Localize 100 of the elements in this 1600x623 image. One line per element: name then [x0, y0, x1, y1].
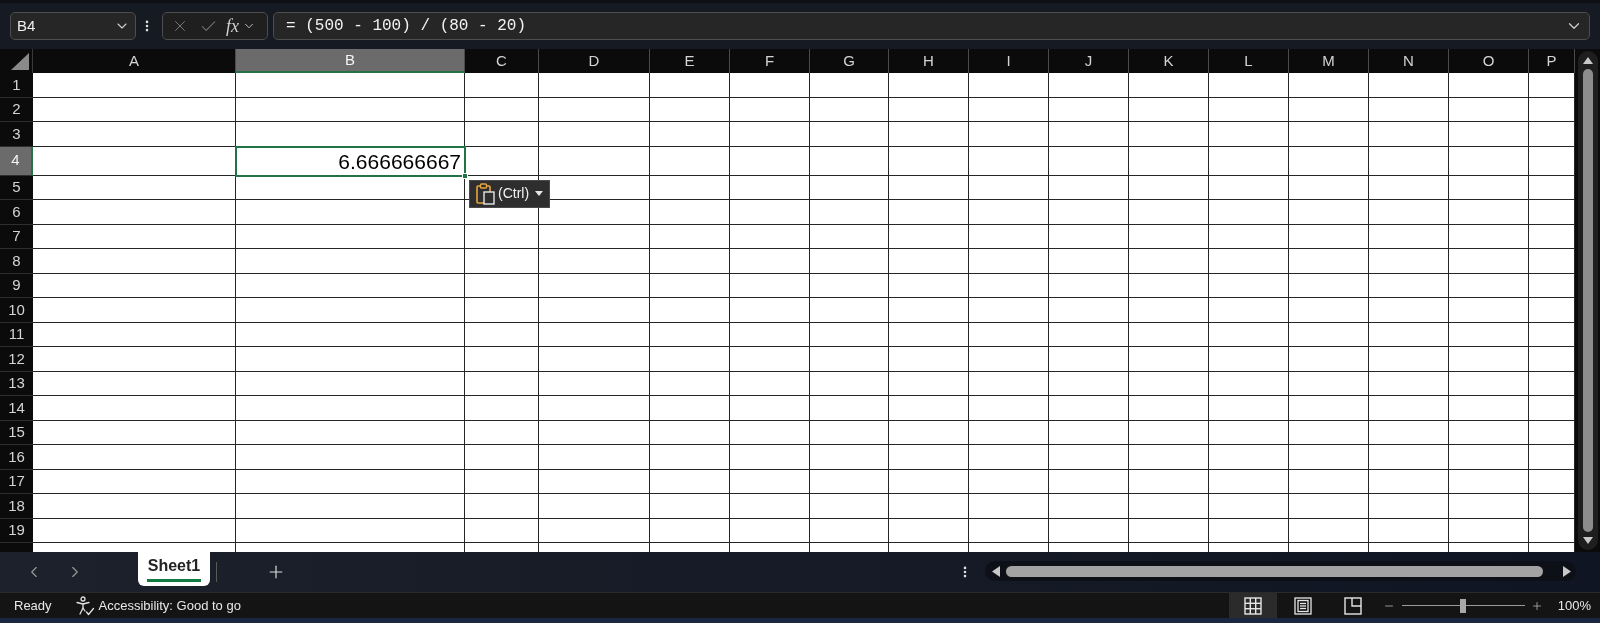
spreadsheet-cell[interactable] — [810, 420, 889, 445]
spreadsheet-cell[interactable] — [465, 445, 539, 470]
spreadsheet-cell[interactable] — [969, 249, 1049, 274]
spreadsheet-cell[interactable] — [1449, 249, 1529, 274]
spreadsheet-cell[interactable] — [539, 273, 650, 298]
spreadsheet-cell[interactable] — [539, 249, 650, 274]
spreadsheet-cell[interactable] — [1209, 298, 1289, 323]
spreadsheet-cell[interactable] — [33, 518, 236, 543]
spreadsheet-cell[interactable] — [465, 494, 539, 519]
spreadsheet-cell[interactable] — [236, 97, 465, 122]
spreadsheet-cell[interactable] — [1209, 249, 1289, 274]
spreadsheet-cell[interactable] — [465, 347, 539, 372]
spreadsheet-cell[interactable] — [1289, 445, 1369, 470]
view-button[interactable] — [1228, 593, 1277, 618]
scroll-up-icon[interactable] — [1583, 57, 1593, 64]
spreadsheet-cell[interactable] — [889, 469, 969, 494]
spreadsheet-cell[interactable] — [1449, 396, 1529, 421]
spreadsheet-cell[interactable] — [889, 122, 969, 147]
spreadsheet-cell[interactable] — [1369, 518, 1449, 543]
spreadsheet-cell[interactable] — [1129, 445, 1209, 470]
spreadsheet-cell[interactable] — [1449, 494, 1529, 519]
spreadsheet-cell[interactable] — [810, 97, 889, 122]
spreadsheet-cell[interactable] — [1209, 146, 1289, 176]
spreadsheet-cell[interactable] — [33, 298, 236, 323]
spreadsheet-cell[interactable] — [236, 224, 465, 249]
spreadsheet-cell[interactable] — [1049, 469, 1129, 494]
spreadsheet-cell[interactable] — [1209, 273, 1289, 298]
spreadsheet-cell[interactable] — [1049, 122, 1129, 147]
spreadsheet-cell[interactable] — [236, 396, 465, 421]
spreadsheet-cell[interactable] — [1529, 396, 1575, 421]
spreadsheet-cell[interactable] — [889, 200, 969, 225]
spreadsheet-cell[interactable] — [810, 322, 889, 347]
spreadsheet-cell[interactable] — [1529, 224, 1575, 249]
spreadsheet-cell[interactable] — [889, 494, 969, 519]
spreadsheet-cell[interactable] — [1289, 469, 1369, 494]
scroll-thumb[interactable] — [1583, 69, 1593, 532]
spreadsheet-cell[interactable] — [1289, 200, 1369, 225]
spreadsheet-cell[interactable] — [650, 146, 730, 176]
spreadsheet-cell[interactable] — [1209, 73, 1289, 98]
spreadsheet-cell[interactable] — [1209, 469, 1289, 494]
spreadsheet-cell[interactable] — [730, 200, 810, 225]
spreadsheet-cell[interactable] — [1049, 322, 1129, 347]
spreadsheet-cell[interactable] — [1369, 494, 1449, 519]
spreadsheet-cell[interactable] — [810, 200, 889, 225]
active-cell[interactable]: 6.666666667 — [236, 146, 465, 176]
spreadsheet-cell[interactable] — [1049, 371, 1129, 396]
spreadsheet-cell[interactable] — [33, 122, 236, 147]
spreadsheet-cell[interactable] — [889, 298, 969, 323]
spreadsheet-cell[interactable] — [1049, 494, 1129, 519]
spreadsheet-cell[interactable] — [539, 122, 650, 147]
spreadsheet-cell[interactable] — [236, 371, 465, 396]
spreadsheet-cell[interactable] — [1529, 122, 1575, 147]
spreadsheet-cell[interactable] — [539, 298, 650, 323]
spreadsheet-cell[interactable] — [1449, 73, 1529, 98]
spreadsheet-cell[interactable] — [1129, 518, 1209, 543]
spreadsheet-cell[interactable] — [465, 122, 539, 147]
spreadsheet-cell[interactable] — [1369, 347, 1449, 372]
spreadsheet-cell[interactable] — [1369, 224, 1449, 249]
spreadsheet-cell[interactable] — [1129, 249, 1209, 274]
spreadsheet-cell[interactable] — [810, 73, 889, 98]
spreadsheet-cell[interactable] — [1529, 175, 1575, 200]
spreadsheet-cell[interactable] — [1289, 298, 1369, 323]
spreadsheet-cell[interactable] — [810, 122, 889, 147]
spreadsheet-cell[interactable] — [1449, 146, 1529, 176]
spreadsheet-cell[interactable] — [1369, 445, 1449, 470]
spreadsheet-cell[interactable] — [33, 494, 236, 519]
spreadsheet-cell[interactable] — [1209, 97, 1289, 122]
spreadsheet-cell[interactable] — [1129, 298, 1209, 323]
spreadsheet-cell[interactable] — [810, 396, 889, 421]
spreadsheet-cell[interactable] — [969, 396, 1049, 421]
spreadsheet-cell[interactable] — [969, 445, 1049, 470]
spreadsheet-cell[interactable] — [1129, 371, 1209, 396]
spreadsheet-cell[interactable] — [730, 396, 810, 421]
spreadsheet-cell[interactable] — [1449, 200, 1529, 225]
spreadsheet-cell[interactable] — [889, 273, 969, 298]
spreadsheet-cell[interactable] — [810, 298, 889, 323]
spreadsheet-cell[interactable] — [539, 322, 650, 347]
spreadsheet-cell[interactable] — [33, 371, 236, 396]
spreadsheet-cell[interactable] — [810, 518, 889, 543]
spreadsheet-cell[interactable] — [1529, 347, 1575, 372]
scroll-left-icon[interactable] — [992, 565, 1000, 577]
spreadsheet-cell[interactable] — [730, 518, 810, 543]
spreadsheet-cell[interactable] — [1289, 322, 1369, 347]
spreadsheet-cell[interactable] — [1289, 122, 1369, 147]
spreadsheet-cell[interactable] — [1289, 371, 1369, 396]
spreadsheet-cell[interactable] — [1529, 371, 1575, 396]
spreadsheet-cell[interactable] — [650, 396, 730, 421]
spreadsheet-cell[interactable] — [1049, 146, 1129, 176]
spreadsheet-cell[interactable] — [1049, 175, 1129, 200]
spreadsheet-cell[interactable] — [1049, 445, 1129, 470]
spreadsheet-cell[interactable] — [650, 273, 730, 298]
spreadsheet-cell[interactable] — [969, 97, 1049, 122]
spreadsheet-cell[interactable] — [1209, 518, 1289, 543]
spreadsheet-cell[interactable] — [1369, 73, 1449, 98]
scroll-thumb[interactable] — [1006, 565, 1543, 577]
spreadsheet-cell[interactable] — [1129, 494, 1209, 519]
spreadsheet-cell[interactable] — [1049, 73, 1129, 98]
spreadsheet-cell[interactable] — [33, 97, 236, 122]
spreadsheet-cell[interactable] — [539, 396, 650, 421]
spreadsheet-cell[interactable] — [539, 73, 650, 98]
